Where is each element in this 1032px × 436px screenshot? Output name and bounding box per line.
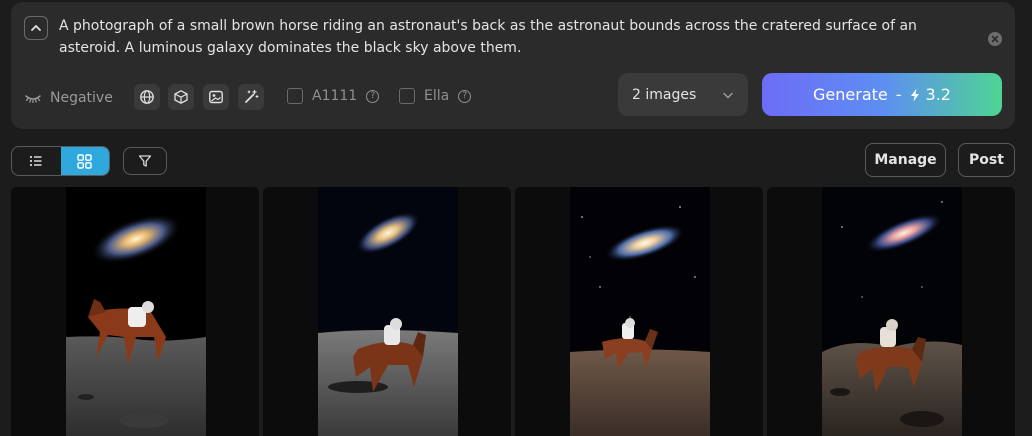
image-reference-button[interactable]	[203, 84, 229, 110]
model-button[interactable]	[168, 84, 194, 110]
chevron-up-icon	[31, 24, 41, 31]
filter-button[interactable]	[123, 147, 167, 175]
list-icon	[30, 155, 42, 167]
ella-option[interactable]: Ella ?	[399, 88, 472, 104]
gallery-image-card[interactable]	[767, 187, 1015, 436]
cube-icon	[174, 90, 188, 104]
filter-icon	[138, 155, 152, 167]
closed-eye-icon	[25, 95, 41, 104]
view-mode-toggle	[11, 146, 110, 176]
generate-cost: 3.2	[925, 85, 951, 104]
generated-image	[318, 187, 458, 436]
gallery-image-card[interactable]	[515, 187, 763, 436]
gallery-image-card[interactable]	[263, 187, 511, 436]
help-icon[interactable]: ?	[366, 89, 380, 103]
ella-checkbox[interactable]	[399, 88, 415, 104]
generated-image	[822, 187, 962, 436]
post-button[interactable]: Post	[958, 143, 1015, 177]
help-icon[interactable]: ?	[458, 89, 472, 103]
a1111-checkbox[interactable]	[287, 88, 303, 104]
grid-icon	[77, 153, 92, 169]
close-icon	[991, 35, 999, 43]
a1111-label: A1111	[312, 88, 358, 104]
lightning-icon	[910, 88, 919, 101]
generate-button[interactable]: Generate - 3.2	[762, 73, 1002, 116]
generated-image	[570, 187, 710, 436]
image-count-value: 2 images	[632, 86, 697, 103]
collapse-prompt-button[interactable]	[24, 16, 48, 40]
globe-icon	[140, 90, 154, 104]
grid-view-button[interactable]	[60, 147, 109, 175]
list-view-button[interactable]	[12, 147, 61, 175]
prompt-panel: A photograph of a small brown horse ridi…	[11, 2, 1015, 129]
negative-prompt-toggle[interactable]: Negative	[24, 84, 113, 112]
ella-label: Ella	[424, 88, 450, 104]
manage-button[interactable]: Manage	[865, 143, 946, 177]
clear-prompt-button[interactable]	[988, 32, 1002, 46]
language-button[interactable]	[134, 84, 160, 110]
magic-wand-icon	[245, 89, 259, 103]
gallery-image-card[interactable]	[11, 187, 259, 436]
prompt-input[interactable]: A photograph of a small brown horse ridi…	[59, 15, 969, 59]
image-icon	[209, 90, 223, 104]
enhance-prompt-button[interactable]	[238, 84, 264, 110]
generated-image	[66, 187, 206, 436]
generate-label: Generate	[813, 85, 888, 104]
image-count-select[interactable]: 2 images	[618, 73, 748, 116]
negative-label: Negative	[50, 90, 113, 106]
chevron-down-icon	[723, 92, 733, 99]
a1111-option[interactable]: A1111 ?	[287, 88, 380, 104]
